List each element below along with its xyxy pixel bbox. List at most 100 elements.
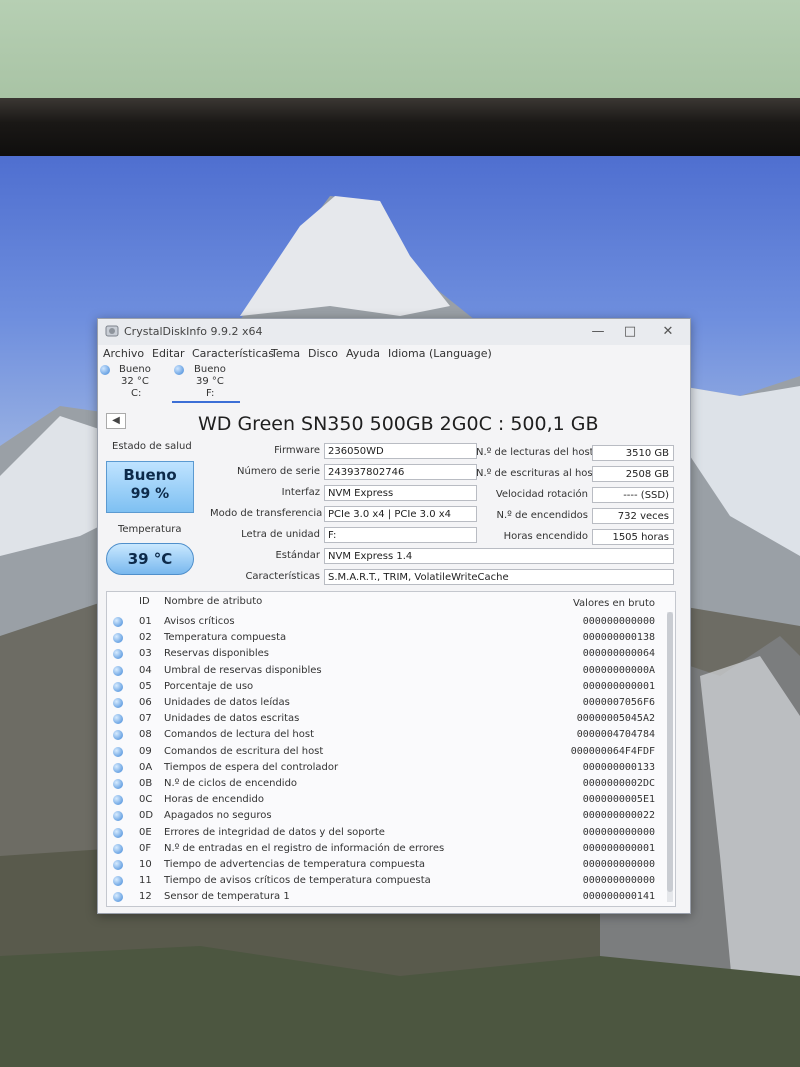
status-dot-icon	[113, 762, 123, 773]
attribute-row[interactable]: 03 Reservas disponibles 000000000064	[107, 646, 675, 662]
blue-circle-icon	[100, 365, 110, 375]
menu-disco[interactable]: Disco	[308, 347, 338, 360]
temperature-box[interactable]: 39 °C	[106, 543, 194, 575]
status-dot-icon	[113, 730, 123, 741]
header-id[interactable]: ID	[139, 596, 150, 607]
attribute-row[interactable]: 12 Sensor de temperatura 1 000000000141	[107, 889, 675, 905]
features-value: S.M.A.R.T., TRIM, VolatileWriteCache	[324, 569, 674, 585]
attribute-raw-value: 00000000000A	[582, 664, 655, 676]
crystaldiskinfo-window: CrystalDiskInfo 9.9.2 x64 — □ ✕ Archivo …	[97, 318, 691, 914]
attribute-row[interactable]: 06 Unidades de datos leídas 0000007056F6	[107, 695, 675, 711]
status-dot-icon	[113, 795, 123, 806]
attribute-id: 0D	[139, 810, 154, 822]
attribute-row[interactable]: 0D Apagados no seguros 000000000022	[107, 808, 675, 824]
features-label: Características	[245, 571, 320, 582]
serial-label: Número de serie	[237, 466, 320, 477]
header-raw-values[interactable]: Valores en bruto	[573, 598, 655, 609]
scrollbar[interactable]	[667, 612, 673, 902]
status-dot-icon	[113, 843, 123, 854]
attribute-name: Avisos críticos	[164, 616, 235, 627]
standard-value: NVM Express 1.4	[324, 548, 674, 564]
attribute-name: Sensor de temperatura 1	[164, 891, 290, 903]
menu-bar: Archivo Editar Características Tema Disc…	[98, 345, 690, 363]
attribute-raw-value: 000000000000	[582, 826, 655, 838]
attribute-name: Tiempos de espera del controlador	[164, 761, 339, 773]
status-dot-icon	[113, 714, 123, 725]
attribute-name: Unidades de datos leídas	[164, 697, 290, 708]
attribute-row[interactable]: 05 Porcentaje de uso 000000000001	[107, 679, 675, 695]
close-button[interactable]: ✕	[656, 323, 680, 341]
menu-archivo[interactable]: Archivo	[103, 347, 144, 360]
drive-status: Bueno	[119, 364, 151, 375]
attribute-row[interactable]: 08 Comandos de lectura del host 0000004704…	[107, 727, 675, 743]
attribute-name: Comandos de escritura del host	[164, 745, 324, 757]
drive-letter-value: F:	[324, 527, 477, 543]
menu-idioma[interactable]: Idioma (Language)	[388, 347, 492, 360]
attribute-id: 01	[139, 616, 152, 627]
menu-ayuda[interactable]: Ayuda	[346, 347, 380, 360]
status-dot-icon	[113, 892, 123, 903]
attribute-row[interactable]: 0F N.º de entradas en el registro de info…	[107, 841, 675, 857]
smart-attributes-list[interactable]: ID Nombre de atributo Valores en bruto 0…	[106, 591, 676, 907]
attribute-name: Comandos de lectura del host	[164, 729, 314, 741]
attribute-row[interactable]: 09 Comandos de escritura del host 00000006…	[107, 744, 675, 760]
drive-selector: Bueno 32 °C C: Bueno 39 °C F:	[98, 363, 690, 405]
attribute-row[interactable]: 0E Errores de integridad de datos y del s…	[107, 825, 675, 841]
attribute-id: 04	[139, 664, 152, 676]
minimize-button[interactable]: —	[586, 323, 610, 341]
interface-value: NVM Express	[324, 485, 477, 501]
attribute-raw-value: 0000000002DC	[582, 778, 655, 789]
menu-tema[interactable]: Tema	[271, 347, 300, 360]
header-name[interactable]: Nombre de atributo	[164, 596, 262, 607]
serial-value: 243937802746	[324, 464, 477, 480]
attribute-row[interactable]: 04 Umbral de reservas disponibles 00000000…	[107, 663, 675, 679]
attribute-id: 07	[139, 713, 152, 725]
drive-letter-label: Letra de unidad	[241, 529, 320, 540]
health-percent: 99 %	[130, 486, 170, 502]
attribute-row[interactable]: 11 Tiempo de avisos críticos de temperatu…	[107, 873, 675, 889]
power-count-label: N.º de encendidos	[496, 510, 588, 521]
attribute-name: Horas de encendido	[164, 794, 265, 806]
status-dot-icon	[113, 827, 123, 838]
attribute-name: Umbral de reservas disponibles	[164, 664, 322, 676]
attribute-raw-value: 0000004704784	[576, 729, 655, 741]
attribute-id: 0A	[139, 761, 153, 773]
attribute-name: Apagados no seguros	[164, 810, 272, 822]
attribute-name: Temperatura compuesta	[164, 632, 287, 644]
drive-letter: F:	[206, 388, 215, 399]
disk-title: WD Green SN350 500GB 2G0C : 500,1 GB	[198, 413, 599, 435]
attribute-row[interactable]: 01 Avisos críticos 000000000000	[107, 614, 675, 630]
menu-caracteristicas[interactable]: Características	[192, 347, 274, 360]
previous-disk-button[interactable]: ◀	[106, 413, 126, 429]
status-dot-icon	[113, 860, 123, 870]
attribute-row[interactable]: 0A Tiempos de espera del controlador 00000…	[107, 760, 675, 776]
attribute-raw-value: 000000064F4FDF	[570, 745, 655, 757]
attribute-id: 10	[139, 859, 152, 870]
attribute-row[interactable]: 02 Temperatura compuesta 000000000138	[107, 630, 675, 646]
drive-temp: 39 °C	[196, 376, 224, 387]
attribute-name: Porcentaje de uso	[164, 680, 254, 692]
attribute-name: Reservas disponibles	[164, 648, 269, 660]
status-dot-icon	[113, 681, 123, 692]
attribute-row[interactable]: 07 Unidades de datos escritas 00000005045A…	[107, 711, 675, 727]
attribute-row[interactable]: 0C Horas de encendido 0000000005E1	[107, 792, 675, 808]
attribute-id: 11	[139, 875, 152, 887]
temperature-label: Temperatura	[118, 524, 182, 535]
scrollbar-thumb[interactable]	[667, 612, 673, 892]
health-status-box[interactable]: Bueno 99 %	[106, 461, 194, 513]
drive-f-button[interactable]: Bueno 39 °C F:	[172, 363, 240, 403]
drive-letter: C:	[131, 388, 142, 399]
attribute-raw-value: 00000005045A2	[576, 713, 655, 725]
power-hours-value: 1505 horas	[592, 529, 674, 545]
attribute-id: 0E	[139, 826, 152, 838]
maximize-button[interactable]: □	[618, 323, 642, 341]
attribute-row[interactable]: 0B N.º de ciclos de encendido 0000000002DC	[107, 776, 675, 792]
status-dot-icon	[113, 698, 123, 708]
attribute-raw-value: 0000000005E1	[582, 794, 655, 806]
status-dot-icon	[113, 665, 123, 676]
attribute-row[interactable]: 10 Tiempo de advertencias de temperatura …	[107, 857, 675, 873]
host-reads-label: N.º de lecturas del host	[476, 447, 594, 458]
drive-c-button[interactable]: Bueno 32 °C C:	[98, 363, 160, 401]
menu-editar[interactable]: Editar	[152, 347, 185, 360]
previous-arrow-icon: ◀	[112, 415, 120, 426]
